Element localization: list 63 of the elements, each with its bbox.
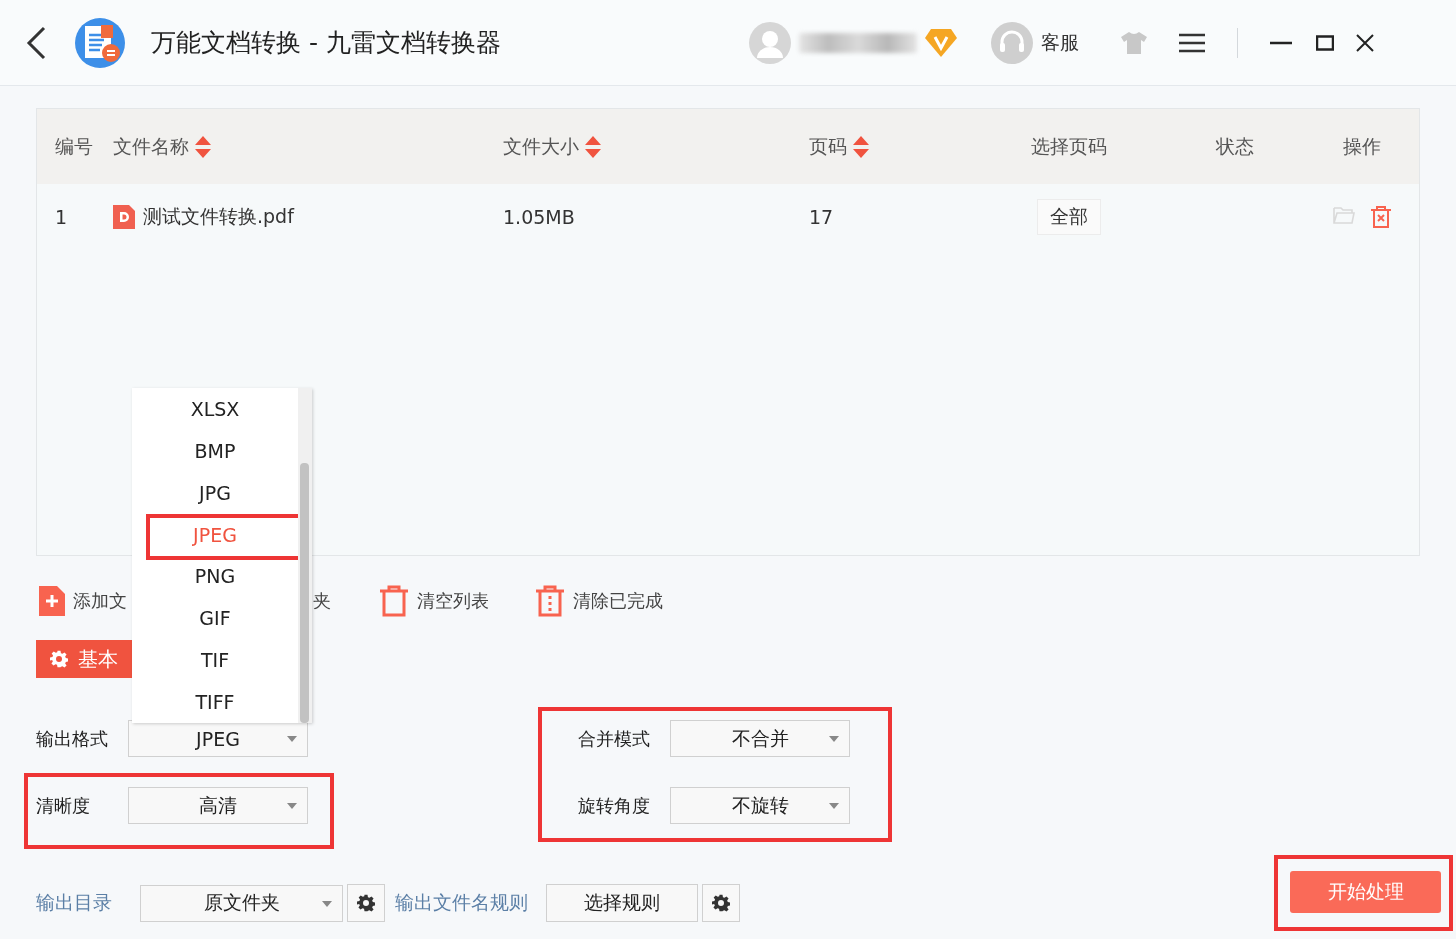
sort-icon[interactable] [585, 135, 601, 158]
menu-item[interactable]: TIFF [132, 681, 298, 723]
gear-icon [50, 650, 68, 668]
option-label: 旋转角度 [578, 793, 651, 818]
trash-icon [535, 585, 565, 617]
trash-icon [379, 585, 409, 617]
pdf-file-icon [113, 205, 135, 229]
column-header: 操作 [1343, 133, 1381, 159]
column-header: 文件大小 [503, 133, 579, 159]
support-label[interactable]: 客服 [1040, 29, 1079, 56]
page-select[interactable]: 全部 [1037, 199, 1101, 235]
toolbar-button[interactable]: 添加文 [39, 586, 127, 616]
menu-item[interactable]: BMP [132, 429, 298, 472]
settings-button[interactable] [702, 884, 740, 922]
table-cell-text: 17 [809, 206, 835, 228]
close-icon[interactable] [1355, 33, 1374, 52]
dropdown-select[interactable]: 不旋转 [670, 787, 850, 824]
maximize-icon[interactable] [1315, 34, 1334, 51]
sort-icon[interactable] [195, 135, 211, 158]
toolbar-button[interactable]: 夹 [313, 589, 331, 613]
column-header: 编号 [55, 133, 93, 159]
window-title: 万能文档转换 - 九雷文档转换器 [151, 27, 501, 59]
column-header: 页码 [809, 133, 847, 159]
sort-icon[interactable] [853, 135, 869, 158]
table-cell-text: 1.05MB [503, 206, 576, 228]
delete-icon[interactable] [1371, 206, 1391, 228]
caret-icon [287, 803, 297, 809]
rule-button[interactable]: 选择规则 [546, 884, 698, 922]
option-label: 输出格式 [36, 726, 109, 751]
shirt-icon[interactable] [1120, 31, 1147, 54]
table-cell-text: 1 [55, 206, 69, 228]
menu-item[interactable]: PNG [132, 555, 298, 598]
toolbar-button[interactable]: 清除已完成 [535, 585, 663, 617]
gear-icon [712, 894, 730, 912]
column-header: 状态 [1216, 133, 1254, 159]
dropdown-select[interactable]: 不合并 [670, 720, 850, 757]
dropdown-select[interactable]: JPEG [128, 720, 308, 757]
app-logo-icon [74, 16, 126, 69]
menu-icon[interactable] [1178, 32, 1205, 53]
caret-icon [829, 736, 839, 742]
caret-icon [287, 736, 297, 742]
menu-item[interactable]: JPG [132, 471, 298, 514]
scrollbar[interactable] [298, 388, 312, 723]
minimize-icon[interactable] [1269, 40, 1292, 45]
column-header: 选择页码 [1031, 133, 1107, 159]
settings-button[interactable] [347, 884, 385, 922]
dropdown-select[interactable]: 高清 [128, 787, 308, 824]
add-file-icon [39, 586, 65, 616]
output-dir-link[interactable]: 输出目录 [36, 890, 112, 916]
file-name: 测试文件转换.pdf [143, 204, 294, 229]
option-label: 清晰度 [36, 793, 91, 818]
menu-item[interactable]: XLSX [132, 388, 298, 430]
name-rule-link[interactable]: 输出文件名规则 [395, 890, 528, 916]
caret-icon [829, 803, 839, 809]
gear-icon [357, 894, 375, 912]
option-label: 合并模式 [578, 726, 651, 751]
back-icon[interactable] [26, 25, 46, 60]
vip-diamond-icon[interactable] [924, 28, 957, 57]
folder-select[interactable]: 原文件夹 [140, 884, 343, 922]
column-header: 文件名称 [113, 133, 189, 159]
menu-item[interactable]: GIF [132, 597, 298, 640]
toolbar-button[interactable]: 清空列表 [379, 585, 489, 617]
caret-icon [322, 900, 332, 907]
